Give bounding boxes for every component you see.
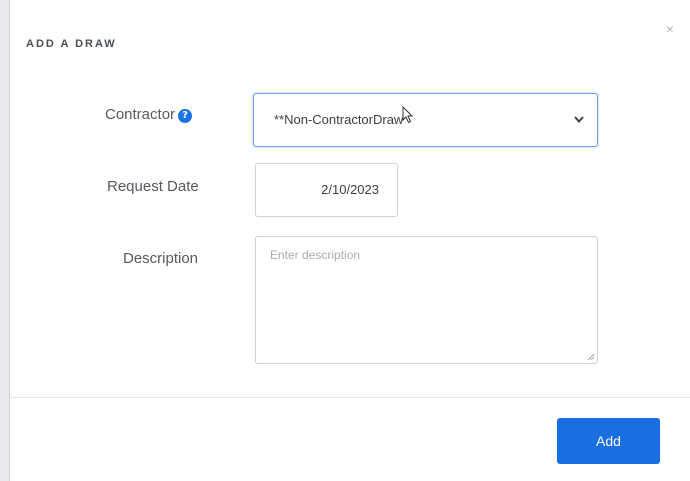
footer-divider [10, 397, 690, 398]
question-circle-icon[interactable]: ? [178, 109, 193, 123]
contractor-label: Contractor? [105, 106, 193, 123]
contractor-selected-value: **Non-ContractorDraw [274, 112, 404, 127]
request-date-input[interactable]: 2/10/2023 [255, 163, 398, 217]
request-date-label: Request Date [107, 178, 199, 195]
description-textarea[interactable]: Enter description [255, 236, 598, 364]
description-placeholder: Enter description [270, 248, 361, 262]
resize-handle-icon[interactable] [587, 353, 595, 361]
add-button[interactable]: Add [557, 418, 660, 464]
modal-title: ADD A DRAW [26, 38, 117, 50]
close-icon[interactable]: × [666, 22, 674, 36]
chevron-down-icon [574, 116, 584, 124]
contractor-select[interactable]: **Non-ContractorDraw [253, 93, 598, 147]
modal-header: ADD A DRAW × [10, 0, 690, 88]
add-draw-modal: ADD A DRAW × Contractor? **Non-Contracto… [9, 0, 690, 481]
mouse-cursor-icon [402, 106, 414, 124]
contractor-label-text: Contractor [105, 106, 176, 123]
description-label: Description [123, 250, 199, 267]
